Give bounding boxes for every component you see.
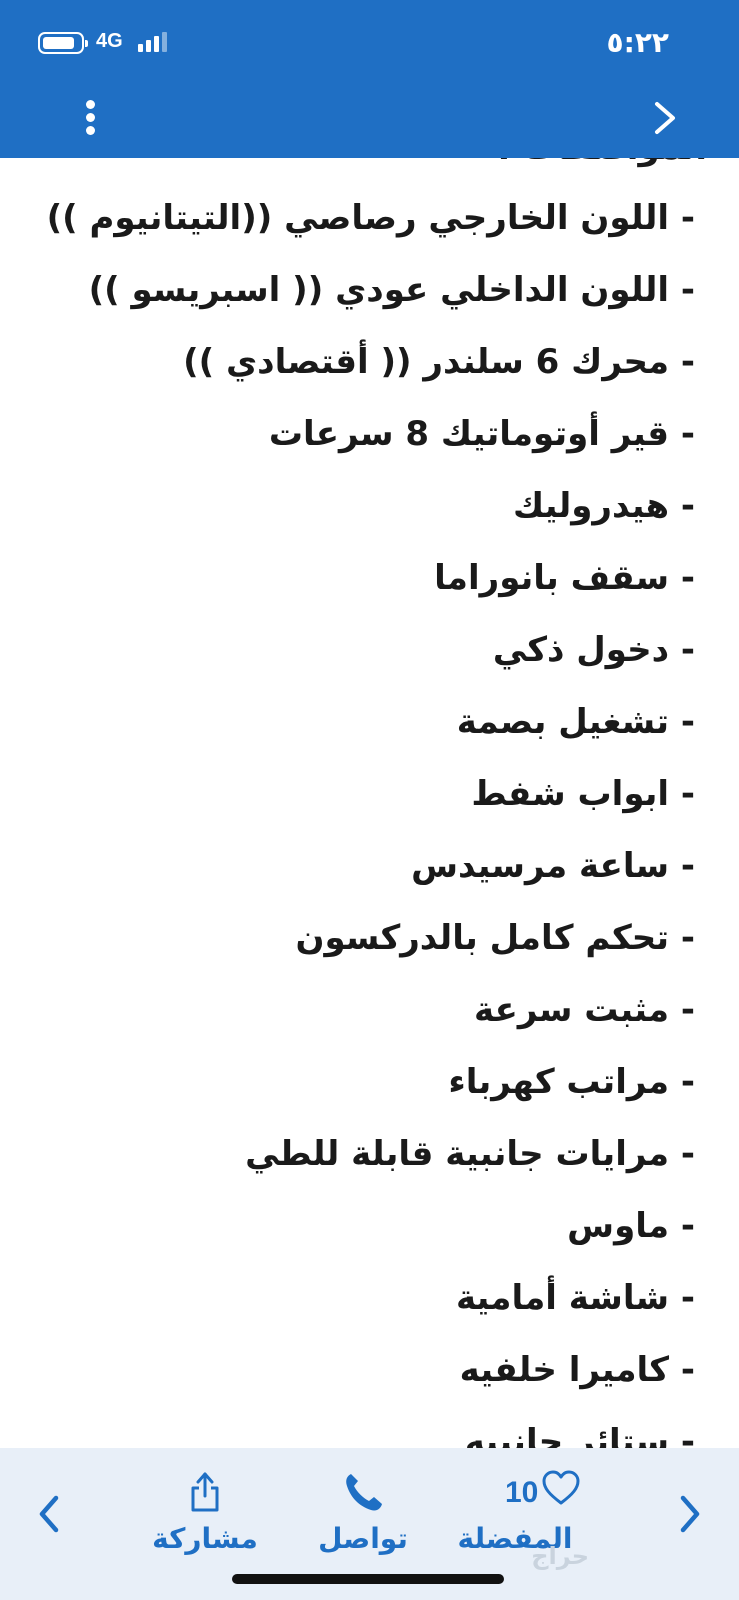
feature-item: - مراتب كهرباء bbox=[448, 1062, 695, 1102]
chevron-right-icon[interactable] bbox=[673, 1490, 707, 1538]
share-label: مشاركة bbox=[152, 1522, 258, 1555]
share-button[interactable]: مشاركة bbox=[140, 1468, 270, 1555]
feature-item: - اللون الخارجي رصاصي ((التيتانيوم )) bbox=[46, 198, 695, 238]
feature-item: - مرايات جانبية قابلة للطي bbox=[245, 1134, 695, 1174]
feature-item: - ساعة مرسيدس bbox=[411, 846, 695, 886]
feature-item: - هيدروليك bbox=[512, 486, 695, 526]
feature-item: - محرك 6 سلندر (( أقتصادي )) bbox=[183, 342, 695, 382]
chevron-left-icon[interactable] bbox=[32, 1490, 66, 1538]
battery-level-fill bbox=[43, 37, 74, 49]
share-icon bbox=[191, 1472, 219, 1512]
favorite-count: 10 bbox=[505, 1476, 539, 1509]
feature-item: - دخول ذكي bbox=[492, 630, 695, 670]
feature-item: - ستائر جانبيه bbox=[464, 1422, 695, 1448]
signal-icon bbox=[138, 32, 172, 52]
contact-label: تواصل bbox=[318, 1522, 408, 1555]
contact-button[interactable]: تواصل bbox=[298, 1468, 428, 1555]
nav-row bbox=[0, 92, 739, 148]
section-title: المواصفات : bbox=[497, 158, 707, 168]
battery-icon bbox=[38, 32, 88, 54]
feature-item: - قير أوتوماتيك 8 سرعات bbox=[268, 414, 695, 454]
top-header: 4G ٥:٢٢ bbox=[0, 0, 739, 158]
favorite-icon-group: 10 bbox=[475, 1468, 580, 1516]
home-indicator bbox=[232, 1574, 504, 1584]
status-time: ٥:٢٢ bbox=[606, 26, 669, 59]
haraj-watermark: حراج bbox=[531, 1542, 589, 1570]
network-label: 4G bbox=[96, 30, 123, 52]
feature-item: - ماوس bbox=[567, 1206, 695, 1246]
feature-item: - شاشة أمامية bbox=[455, 1278, 695, 1318]
feature-item: - اللون الداخلي عودي (( اسبريسو )) bbox=[88, 270, 695, 310]
feature-list: - اللون الخارجي رصاصي ((التيتانيوم )) - ا… bbox=[15, 182, 695, 1448]
feature-item: - تشغيل بصمة bbox=[456, 702, 695, 742]
phone-icon bbox=[346, 1474, 382, 1511]
heart-icon bbox=[542, 1470, 580, 1505]
feature-item: - كاميرا خلفيه bbox=[459, 1350, 695, 1390]
kebab-menu-icon[interactable] bbox=[80, 98, 102, 138]
feature-item: - سقف بانوراما bbox=[434, 558, 695, 598]
chevron-right-icon[interactable] bbox=[651, 98, 679, 138]
feature-item: - ابواب شفط bbox=[471, 774, 695, 814]
feature-item: - مثبت سرعة bbox=[473, 990, 695, 1030]
ad-description: المواصفات : - اللون الخارجي رصاصي ((التي… bbox=[0, 158, 739, 1448]
status-bar: 4G ٥:٢٢ bbox=[0, 22, 739, 62]
feature-item: - تحكم كامل بالدركسون bbox=[295, 918, 695, 958]
